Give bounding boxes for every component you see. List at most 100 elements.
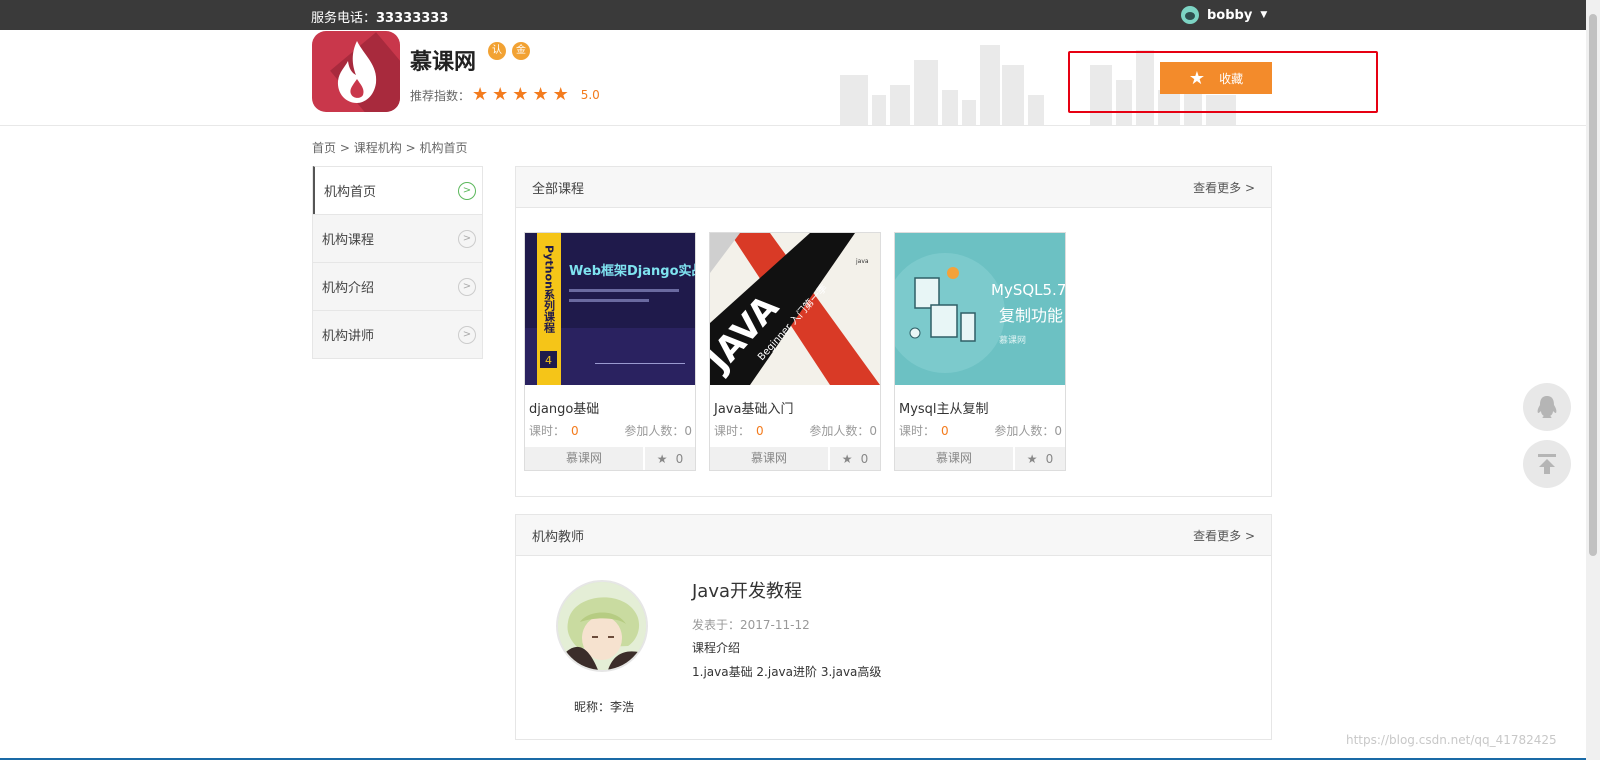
username: bobby: [1207, 7, 1253, 23]
course-intro-text: 1.java基础 2.java进阶 3.java高级: [692, 665, 882, 679]
star-icon: ★: [512, 84, 529, 105]
service-phone-number: 33333333: [376, 11, 449, 26]
course-meta: 课时： 0 参加人数：0: [899, 422, 1062, 439]
course-cover[interactable]: MySQL5.7 复制功能 慕课网: [895, 233, 1065, 385]
course-card[interactable]: MySQL5.7 复制功能 慕课网 Mysql主从复制 课时： 0 参加人数：0 …: [894, 232, 1066, 471]
favorites-count: 0: [860, 451, 869, 466]
date-label: 发表于：: [692, 618, 741, 632]
sidebar-item-label: 机构课程: [322, 233, 375, 248]
teacher-publish-date: 发表于：2017-11-12: [692, 616, 810, 633]
course-card[interactable]: JAVA Beginner 入门第一季 java Java基础入门 课时： 0 参…: [709, 232, 881, 471]
page-scrollbar[interactable]: [1586, 0, 1600, 760]
students-label: 参加人数：: [994, 424, 1055, 438]
star-icon: ★: [492, 84, 509, 105]
panel-header: 机构教师 查看更多 >: [516, 515, 1271, 556]
teacher-avatar[interactable]: [556, 580, 648, 672]
course-title[interactable]: Mysql主从复制: [899, 398, 1065, 417]
sidebar-item-label: 机构首页: [324, 185, 377, 200]
cover-title-text: MySQL5.7: [991, 281, 1065, 299]
caret-down-icon: ▼: [1260, 10, 1268, 20]
course-title[interactable]: django基础: [529, 398, 695, 417]
star-icon: ★: [472, 84, 489, 105]
course-footer: 慕课网 ★ 0: [895, 447, 1065, 470]
course-students: 参加人数：0: [809, 422, 877, 439]
course-org[interactable]: 慕课网: [710, 447, 830, 470]
hours-value: 0: [941, 424, 949, 438]
org-sidebar: 机构首页 > 机构课程 > 机构介绍 > 机构讲师 >: [312, 166, 483, 359]
chevron-right-icon: >: [458, 325, 476, 344]
favorite-button[interactable]: ★ 收藏: [1160, 62, 1272, 94]
teacher-avatar-image: [558, 582, 646, 670]
teacher-course-title[interactable]: Java开发教程: [692, 577, 802, 603]
course-intro-label: 课程介绍: [692, 641, 741, 655]
top-bar: 服务电话：33333333 bobby ▼: [0, 0, 1586, 30]
course-footer: 慕课网 ★ 0: [525, 447, 695, 470]
date-value: 2017-11-12: [740, 618, 810, 632]
star-icon: ★: [1026, 451, 1038, 466]
course-org[interactable]: 慕课网: [525, 447, 645, 470]
user-avatar-icon: [1181, 6, 1199, 24]
rating-score: 5.0: [580, 88, 600, 102]
favorites-count: 0: [675, 451, 684, 466]
cover-subtitle-text: 复制功能: [999, 306, 1063, 325]
sidebar-item-teachers[interactable]: 机构讲师 >: [313, 310, 482, 358]
course-card[interactable]: Python系列课程 4 Web框架Django实战 django基础 课时： 0…: [524, 232, 696, 471]
service-phone: 服务电话：33333333: [311, 7, 448, 26]
course-favorites[interactable]: ★ 0: [645, 447, 695, 470]
cover-title-text: Web框架Django实战: [569, 263, 695, 279]
sidebar-item-home[interactable]: 机构首页 >: [313, 166, 482, 214]
rating-stars: ★ ★ ★ ★ ★: [472, 86, 569, 104]
breadcrumb: 首页 > 课程机构 > 机构首页: [312, 139, 467, 156]
scrollbar-thumb[interactable]: [1589, 14, 1597, 556]
star-icon: ★: [841, 451, 853, 466]
star-icon: ★: [552, 84, 569, 105]
course-cover[interactable]: Python系列课程 4 Web框架Django实战: [525, 233, 695, 385]
star-icon: ★: [532, 84, 549, 105]
course-favorites[interactable]: ★ 0: [830, 447, 880, 470]
hours-value: 0: [571, 424, 579, 438]
hours-label: 课时：: [714, 424, 751, 438]
course-title[interactable]: Java基础入门: [714, 398, 880, 417]
org-teachers-panel: 机构教师 查看更多 > 昵称：李浩 Java开发教程 发表于：2017-11-1…: [515, 514, 1272, 740]
teacher-nickname: 昵称：李浩: [574, 698, 634, 715]
sidebar-item-label: 机构讲师: [322, 329, 375, 344]
chevron-right-icon: >: [458, 229, 476, 248]
course-hours: 课时： 0: [529, 422, 579, 439]
course-students: 参加人数：0: [994, 422, 1062, 439]
view-more-link[interactable]: 查看更多 >: [1193, 179, 1255, 196]
course-favorites[interactable]: ★ 0: [1015, 447, 1065, 470]
service-phone-label: 服务电话：: [311, 11, 377, 26]
user-menu[interactable]: bobby ▼: [1181, 5, 1267, 25]
course-students: 参加人数：0: [624, 422, 692, 439]
course-hours: 课时： 0: [899, 422, 949, 439]
cover-logo-text: java: [855, 258, 869, 265]
cover-series-text: Python系列课程: [543, 245, 556, 334]
course-cover-image: JAVA Beginner 入门第一季 java: [710, 233, 880, 385]
rating-label: 推荐指数：: [410, 88, 471, 103]
gold-badge-icon: 金: [512, 42, 530, 60]
course-meta: 课时： 0 参加人数：0: [714, 422, 877, 439]
favorites-count: 0: [1045, 451, 1054, 466]
students-value: 0: [684, 424, 692, 438]
panel-header: 全部课程 查看更多 >: [516, 167, 1271, 208]
breadcrumb-home[interactable]: 首页: [312, 141, 336, 155]
hours-value: 0: [756, 424, 764, 438]
course-org[interactable]: 慕课网: [895, 447, 1015, 470]
breadcrumb-separator: >: [339, 141, 350, 155]
watermark-text: https://blog.csdn.net/qq_41782425: [1346, 733, 1557, 747]
back-to-top-button[interactable]: [1523, 440, 1571, 488]
students-value: 0: [869, 424, 877, 438]
course-cover[interactable]: JAVA Beginner 入门第一季 java: [710, 233, 880, 385]
favorite-label: 收藏: [1219, 71, 1244, 86]
hours-label: 课时：: [529, 424, 566, 438]
flame-logo-icon: [337, 41, 377, 103]
sidebar-item-courses[interactable]: 机构课程 >: [313, 214, 482, 262]
students-label: 参加人数：: [624, 424, 685, 438]
course-meta: 课时： 0 参加人数：0: [529, 422, 692, 439]
chevron-right-icon: >: [458, 181, 476, 200]
breadcrumb-orgs[interactable]: 课程机构: [354, 141, 402, 155]
view-more-link[interactable]: 查看更多 >: [1193, 527, 1255, 544]
qq-contact-button[interactable]: [1523, 383, 1571, 431]
sidebar-item-intro[interactable]: 机构介绍 >: [313, 262, 482, 310]
nickname-label: 昵称：: [574, 700, 611, 714]
